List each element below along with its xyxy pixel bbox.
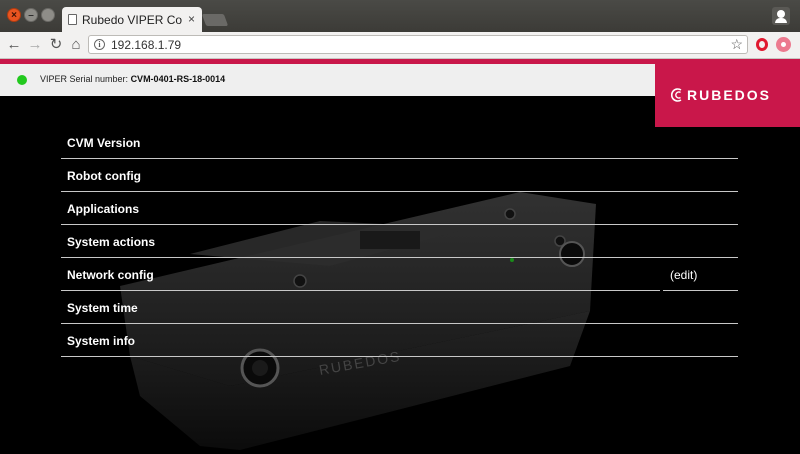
menu-item-label: Robot config (67, 169, 141, 183)
back-arrow-icon[interactable]: ← (4, 35, 24, 55)
menu-item-system-time[interactable]: System time (61, 291, 738, 324)
info-icon[interactable]: i (94, 39, 105, 50)
menu-item-cvm-version[interactable]: CVM Version (61, 126, 738, 159)
menu-item-network-config[interactable]: Network config (edit) (61, 258, 738, 291)
menu-item-label: CVM Version (67, 136, 141, 150)
home-icon[interactable]: ⌂ (66, 35, 86, 55)
menu-item-system-info[interactable]: System info (61, 324, 738, 357)
browser-tab[interactable]: Rubedo VIPER Conf × (62, 7, 202, 33)
star-icon[interactable]: ☆ (730, 36, 743, 53)
opera-icon[interactable] (756, 38, 768, 51)
menu-item-label: System time (67, 301, 138, 315)
menu-item-applications[interactable]: Applications (61, 192, 738, 225)
serial-value: CVM-0401-RS-18-0014 (130, 74, 226, 84)
menu-item-label: System actions (67, 235, 156, 249)
address-bar[interactable]: i 192.168.1.79 ☆ (88, 35, 748, 54)
menu-item-label: System info (67, 334, 136, 348)
tab-close-icon[interactable]: × (188, 12, 195, 26)
extension-icon[interactable] (776, 37, 791, 52)
browser-titlebar: × – Rubedo VIPER Conf × (0, 0, 800, 33)
menu-item-system-actions[interactable]: System actions (61, 225, 738, 258)
config-menu: CVM Version Robot config Applications Sy… (61, 126, 738, 357)
serial-number: VIPER Serial number: CVM-0401-RS-18-0014 (40, 74, 225, 84)
tab-title: Rubedo VIPER Conf (82, 13, 182, 27)
serial-label: VIPER Serial number: (40, 74, 129, 84)
network-edit-link[interactable]: (edit) (670, 268, 697, 282)
maximize-icon[interactable] (41, 8, 55, 22)
new-tab-button[interactable] (201, 14, 229, 26)
menu-item-label: Applications (67, 202, 140, 216)
document-icon (68, 14, 77, 25)
browser-toolbar: ← → ↻ ⌂ i 192.168.1.79 ☆ (0, 32, 800, 59)
reload-icon[interactable]: ↻ (46, 35, 66, 55)
profile-icon[interactable] (772, 7, 790, 25)
menu-item-label: Network config (67, 268, 154, 282)
address-text[interactable]: 192.168.1.79 (111, 38, 181, 52)
minimize-icon[interactable]: – (24, 8, 38, 22)
close-icon[interactable]: × (7, 8, 21, 22)
forward-arrow-icon[interactable]: → (25, 35, 45, 55)
menu-item-robot-config[interactable]: Robot config (61, 159, 738, 192)
status-indicator-icon (17, 75, 27, 85)
